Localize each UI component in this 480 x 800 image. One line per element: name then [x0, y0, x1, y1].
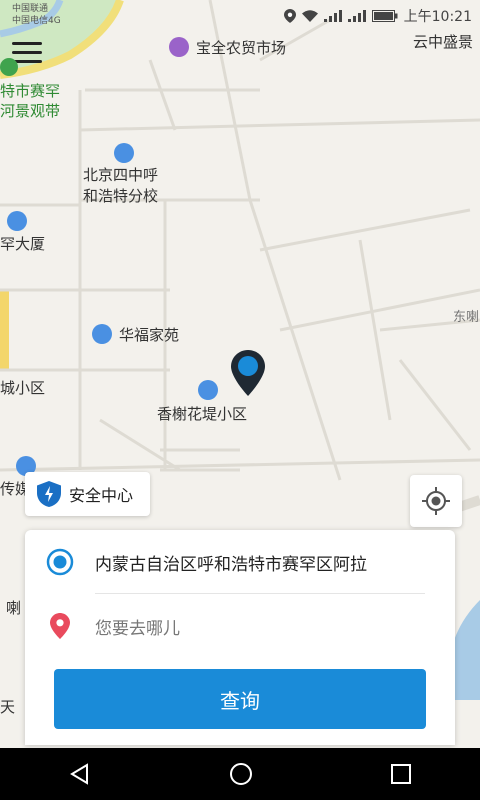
menu-line: [12, 42, 42, 45]
xiangshu-poi-icon: [198, 380, 218, 400]
divider: [95, 593, 425, 594]
safety-center-button[interactable]: 安全中心: [25, 472, 150, 516]
carrier-2: 中国电信4G: [12, 16, 61, 26]
origin-address: 内蒙古自治区呼和浩特市赛罕区阿拉: [95, 554, 367, 575]
safety-center-label: 安全中心: [69, 486, 134, 505]
wifi-icon: [301, 10, 318, 22]
system-nav-bar: [0, 748, 480, 800]
poi-tian[interactable]: 天: [0, 696, 15, 717]
back-icon[interactable]: [69, 763, 91, 785]
route-search-panel: 内蒙古自治区呼和浩特市赛罕区阿拉 您要去哪儿 查询: [25, 530, 455, 745]
crosshair-icon: [422, 487, 450, 515]
poi-la[interactable]: 喇: [6, 597, 21, 618]
building-poi-icon: [7, 211, 27, 231]
current-location-pin-icon: [231, 350, 265, 396]
locate-button[interactable]: [410, 475, 462, 527]
poi-school-line2[interactable]: 和浩特分校: [83, 185, 158, 206]
status-bar: 中国联通 中国电信4G 上午10:21: [0, 0, 480, 30]
poi-east[interactable]: 东喇: [453, 306, 479, 325]
destination-pin-icon: [50, 613, 70, 639]
poi-building[interactable]: 罕大厦: [0, 233, 45, 254]
signal-4g-icon: [347, 10, 366, 22]
poi-top-right[interactable]: 云中盛景: [413, 31, 473, 52]
huafu-poi-icon: [92, 324, 112, 344]
shield-icon: [37, 481, 61, 507]
poi-park-line2[interactable]: 河景观带: [0, 100, 60, 121]
poi-school-line1[interactable]: 北京四中呼: [83, 164, 158, 185]
signal-icon: [323, 10, 342, 22]
carrier-1: 中国联通: [12, 4, 49, 14]
poi-market[interactable]: 宝全农贸市场: [196, 37, 286, 58]
origin-row[interactable]: 内蒙古自治区呼和浩特市赛罕区阿拉: [25, 532, 455, 592]
destination-row[interactable]: 您要去哪儿: [25, 596, 455, 656]
home-icon[interactable]: [229, 762, 253, 786]
map-view[interactable]: 中国联通 中国电信4G 上午10:21 特市赛罕 河景观带 宝全农贸市场 北京四…: [0, 0, 480, 748]
status-time: 上午10:21: [403, 9, 472, 25]
poi-park-line1[interactable]: 特市赛罕: [0, 80, 60, 101]
carrier-info: 中国联通 中国电信4G: [12, 3, 61, 27]
battery-icon: [371, 10, 398, 22]
origin-radio-icon: [46, 548, 74, 576]
poi-cheng[interactable]: 城小区: [0, 377, 45, 398]
school-poi-icon: [114, 143, 134, 163]
poi-xiangshu[interactable]: 香榭花堤小区: [157, 403, 247, 424]
park-poi-icon: [0, 58, 18, 76]
status-icons: 上午10:21: [283, 6, 472, 26]
recents-icon[interactable]: [391, 764, 411, 784]
market-poi-icon: [169, 37, 189, 57]
destination-input[interactable]: 您要去哪儿: [95, 614, 180, 639]
query-button[interactable]: 查询: [54, 669, 426, 729]
menu-line: [12, 51, 42, 54]
poi-huafu[interactable]: 华福家苑: [119, 324, 179, 345]
location-status-icon: [283, 9, 296, 23]
